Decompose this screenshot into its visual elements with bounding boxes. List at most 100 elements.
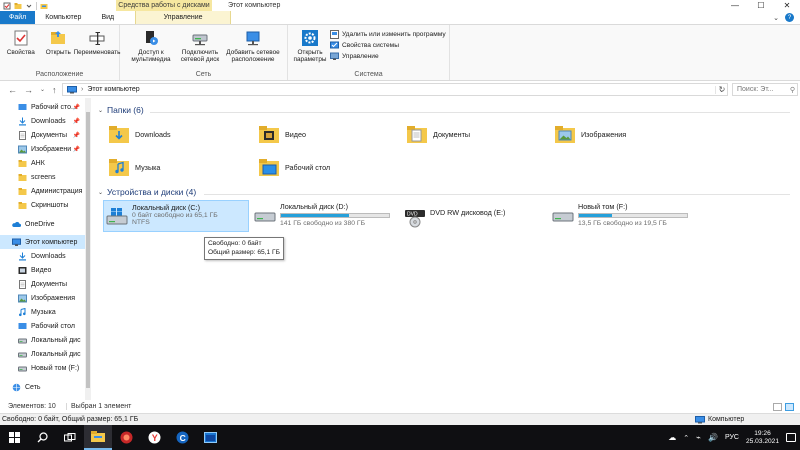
network-tray-icon[interactable]: ⌁: [696, 433, 701, 442]
tray-app-icon[interactable]: ☁: [668, 433, 676, 442]
back-arrow-icon[interactable]: ←: [8, 85, 17, 95]
uninstall-program-button[interactable]: Удалить или изменить программу: [330, 30, 446, 39]
computer-icon: [695, 415, 705, 423]
clock[interactable]: 19:26 25.03.2021: [746, 430, 779, 445]
folder-documents[interactable]: Документы: [406, 123, 470, 145]
nav-pane-scrollbar[interactable]: [85, 98, 91, 400]
folder-downloads[interactable]: Downloads: [108, 123, 171, 145]
nav-quick-documents[interactable]: Документы 📌: [18, 128, 84, 142]
new-folder-icon[interactable]: [14, 2, 22, 10]
folder-videos[interactable]: Видео: [258, 123, 306, 145]
nav-pc-documents[interactable]: Документы: [18, 277, 84, 291]
customize-toolbar-icon[interactable]: [25, 2, 33, 10]
nav-quick-folder[interactable]: screens: [18, 170, 84, 184]
close-button[interactable]: ✕: [774, 0, 800, 11]
tiles-view-icon[interactable]: [785, 402, 794, 411]
drive-e[interactable]: DVD DVD RW дисковод (E:): [404, 204, 548, 230]
details-status-bar: Свободно: 0 байт, Общий размер: 65,1 ГБ …: [0, 413, 800, 425]
drive-c[interactable]: Локальный диск (C:) 0 байт свободно из 6…: [103, 200, 249, 232]
expand-ribbon-icon[interactable]: ⌄: [773, 14, 779, 22]
folders-section-title: Папки (6): [107, 105, 144, 115]
collapse-arrow-icon[interactable]: ⌄: [98, 189, 103, 196]
tab-manage[interactable]: Управление: [135, 11, 232, 24]
minimize-button[interactable]: —: [722, 0, 748, 11]
nav-quick-folder[interactable]: Скриншоты: [18, 198, 84, 212]
nav-quick-downloads[interactable]: Downloads 📌: [18, 114, 84, 128]
recent-locations-icon[interactable]: ⌄: [40, 86, 45, 93]
volume-icon[interactable]: 🔊: [708, 433, 718, 442]
nav-onedrive[interactable]: OneDrive: [12, 217, 84, 231]
nav-this-pc[interactable]: Этот компьютер: [0, 235, 85, 249]
nav-quick-folder[interactable]: АНК: [18, 156, 84, 170]
nav-pc-desktop[interactable]: Рабочий стол: [18, 319, 84, 333]
refresh-icon[interactable]: ↻: [716, 85, 728, 94]
folder-pictures[interactable]: Изображения: [554, 123, 626, 145]
drive-name: DVD RW дисковод (E:): [430, 208, 506, 217]
drive-f[interactable]: Новый том (F:) 13,5 ГБ свободно из 19,5 …: [552, 202, 696, 232]
system-properties-button[interactable]: Свойства системы: [330, 41, 446, 50]
add-network-location-label: Добавить сетевое расположение: [226, 49, 280, 64]
drives-section-header[interactable]: ⌄ Устройства и диски (4): [98, 187, 196, 197]
group-location-label: Расположение: [35, 71, 84, 78]
nav-item-label: Документы: [31, 131, 68, 139]
help-icon[interactable]: ?: [785, 13, 794, 22]
collapse-arrow-icon[interactable]: ⌄: [98, 107, 103, 114]
nav-quick-folder[interactable]: Администрация: [18, 184, 84, 198]
ribbon-tabs: Файл Компьютер Вид Управление ⌄ ?: [0, 11, 800, 25]
folder-desktop[interactable]: Рабочий стол: [258, 156, 330, 178]
group-system-label: Система: [354, 71, 383, 78]
properties-label: Свойства: [6, 49, 35, 56]
up-arrow-icon[interactable]: ↑: [52, 85, 57, 95]
nav-pc-drive-c[interactable]: Локальный дис: [18, 333, 84, 347]
pin-icon: 📌: [72, 118, 80, 125]
tab-file[interactable]: Файл: [0, 11, 36, 24]
nav-pc-drive-f[interactable]: Новый том (F:): [18, 361, 84, 375]
nav-pc-drive-d[interactable]: Локальный дис: [18, 347, 84, 361]
nav-pc-pictures[interactable]: Изображения: [18, 291, 84, 305]
task-view-button[interactable]: [56, 425, 84, 450]
taskbar-window-app[interactable]: [196, 425, 224, 450]
address-field[interactable]: › Этот компьютер ⌄: [62, 83, 728, 96]
nav-pc-music[interactable]: Музыка: [18, 305, 84, 319]
tab-computer[interactable]: Компьютер: [35, 11, 91, 24]
nav-pc-downloads[interactable]: Downloads: [18, 249, 84, 263]
taskbar-explorer[interactable]: [84, 425, 112, 450]
context-tab-header: Средства работы с дисками: [116, 0, 212, 11]
scrollbar-thumb[interactable]: [86, 112, 90, 388]
properties-icon[interactable]: [3, 2, 11, 10]
taskbar-yandex[interactable]: Y: [140, 425, 168, 450]
nav-item-label: Видео: [31, 266, 52, 274]
windows-drive-icon: [106, 208, 128, 225]
action-center-icon[interactable]: [786, 433, 796, 442]
nav-pc-videos[interactable]: Видео: [18, 263, 84, 277]
details-view-icon[interactable]: [773, 402, 782, 411]
svg-text:Y: Y: [151, 433, 157, 443]
manage-button[interactable]: Управление: [330, 52, 446, 61]
system-tray: ☁ ⌃ ⌁ 🔊 РУС 19:26 25.03.2021: [668, 430, 800, 445]
tooltip-free: Свободно: 0 байт: [208, 240, 262, 247]
ribbon-help-area: ⌄ ?: [773, 11, 800, 24]
nav-item-label: Документы: [31, 280, 68, 288]
nav-item-label: Сеть: [25, 383, 41, 391]
show-hidden-icons-icon[interactable]: ⌃: [683, 434, 689, 442]
address-path[interactable]: Этот компьютер: [87, 86, 139, 93]
start-button[interactable]: [0, 425, 28, 450]
tab-view[interactable]: Вид: [91, 11, 124, 24]
system-properties-icon: [330, 41, 339, 49]
forward-arrow-icon[interactable]: →: [24, 85, 33, 95]
taskbar-ccleaner[interactable]: C: [168, 425, 196, 450]
language-indicator[interactable]: РУС: [725, 434, 739, 441]
taskbar-app-red[interactable]: [112, 425, 140, 450]
maximize-button[interactable]: ☐: [748, 0, 774, 11]
address-separator-icon[interactable]: ›: [81, 86, 83, 93]
nav-quick-pictures[interactable]: Изображени 📌: [18, 142, 84, 156]
drive-d[interactable]: Локальный диск (D:) 141 ГБ свободно из 3…: [254, 202, 398, 232]
music-folder-icon: [109, 159, 129, 176]
search-input[interactable]: Поиск: Эт... ⚲: [732, 83, 798, 96]
nav-network[interactable]: Сеть: [12, 380, 84, 394]
folders-section-header[interactable]: ⌄ Папки (6): [98, 105, 144, 115]
folder-music[interactable]: Музыка: [108, 156, 160, 178]
search-button[interactable]: [28, 425, 56, 450]
nav-quick-desktop[interactable]: Рабочий сто... 📌: [18, 100, 84, 114]
nav-item-label: АНК: [31, 159, 45, 167]
